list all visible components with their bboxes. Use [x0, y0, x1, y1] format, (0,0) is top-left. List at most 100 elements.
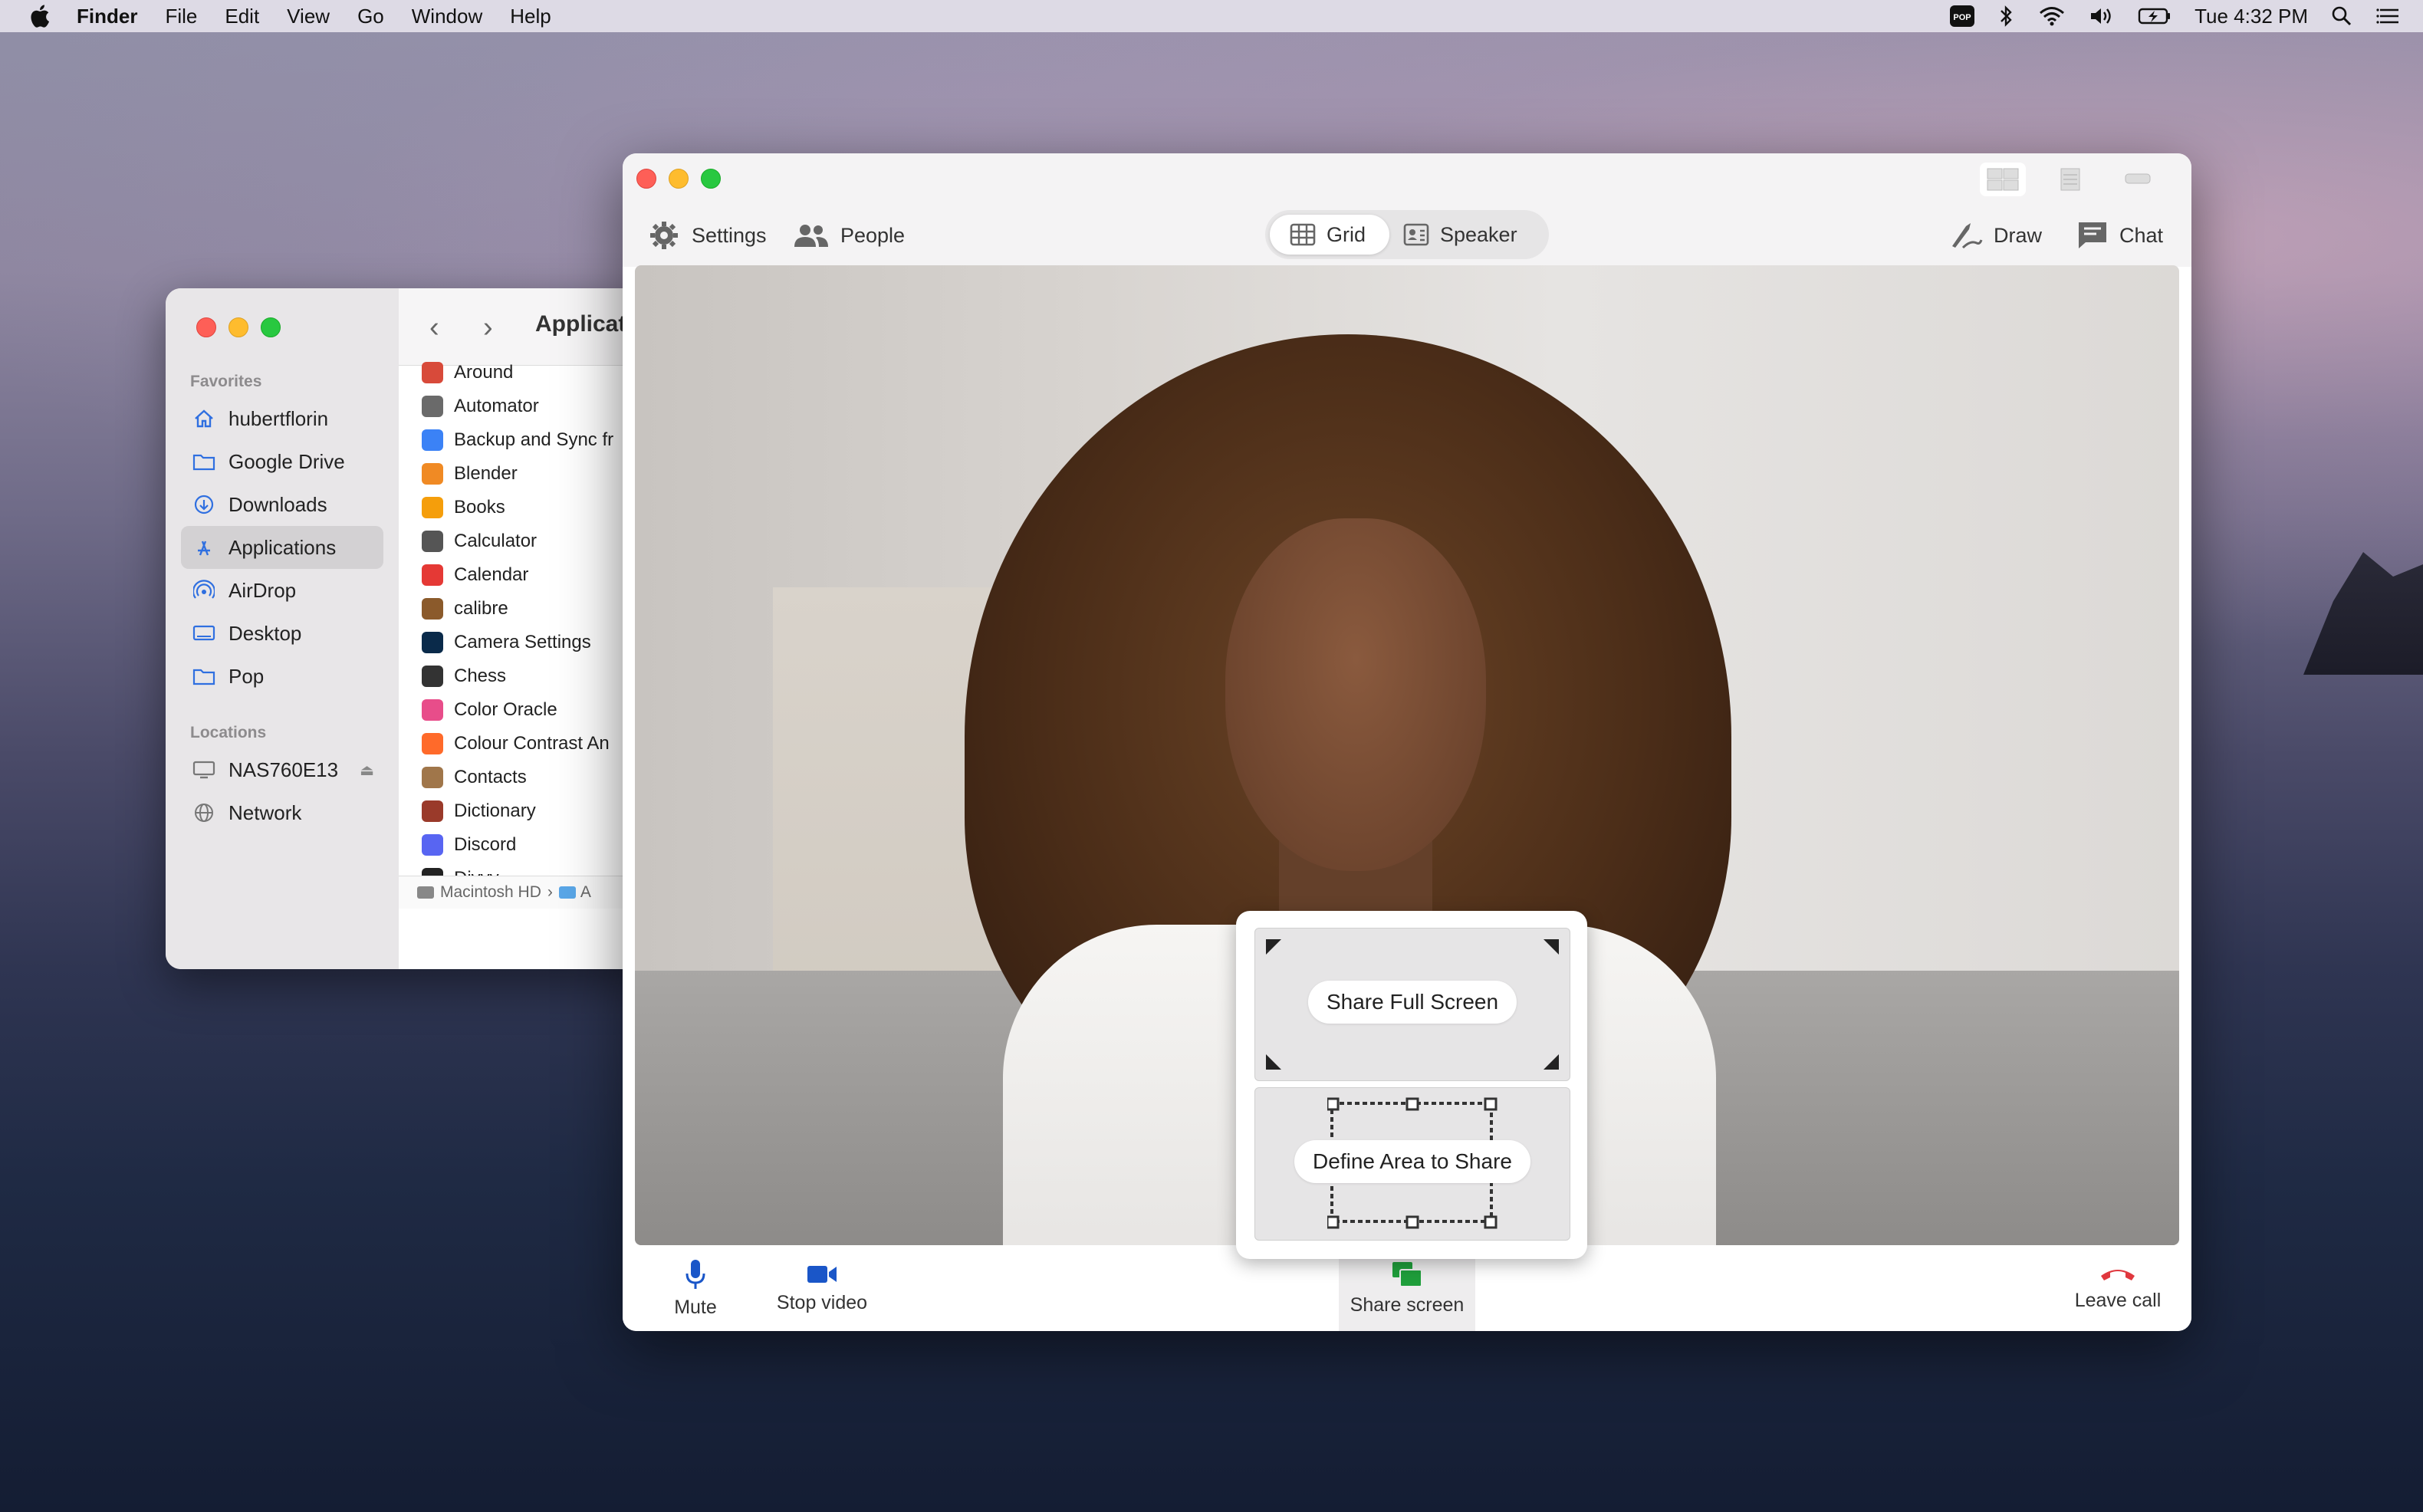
share-full-screen-option[interactable]: Share Full Screen: [1254, 928, 1570, 1081]
speaker-icon: [1403, 223, 1429, 246]
battery-icon[interactable]: [2138, 6, 2171, 26]
file-list-item[interactable]: Contacts: [422, 761, 527, 794]
menu-file[interactable]: File: [165, 5, 197, 28]
sidebar-item-network[interactable]: Network: [181, 791, 383, 834]
file-name: Calculator: [454, 531, 538, 551]
close-button[interactable]: [196, 317, 216, 337]
file-list-item[interactable]: Around: [422, 356, 513, 390]
file-list-item[interactable]: Blender: [422, 457, 518, 491]
stop-video-button[interactable]: Stop video: [761, 1245, 883, 1331]
home-icon: [192, 406, 216, 431]
file-list-item[interactable]: Camera Settings: [422, 626, 591, 659]
sidebar-item-pop[interactable]: Pop: [181, 655, 383, 698]
grid-view-button[interactable]: Grid: [1270, 215, 1389, 255]
draw-icon: [1952, 223, 1983, 249]
file-list-item[interactable]: Color Oracle: [422, 693, 557, 727]
people-icon: [794, 225, 828, 247]
control-center-icon[interactable]: [2375, 6, 2402, 26]
file-list-item[interactable]: Dictionary: [422, 794, 536, 828]
layout-mini-button[interactable]: [2115, 163, 2161, 196]
file-list-item[interactable]: Books: [422, 491, 505, 524]
file-list-item[interactable]: Automator: [422, 390, 539, 423]
draw-button[interactable]: Draw: [1949, 216, 2042, 255]
sidebar-item-downloads[interactable]: Downloads: [181, 483, 383, 526]
share-full-screen-label: Share Full Screen: [1307, 981, 1517, 1024]
grid-icon: [1290, 223, 1316, 246]
file-list-item[interactable]: Colour Contrast An: [422, 727, 610, 761]
sidebar-item-label: hubertflorin: [228, 406, 329, 430]
speaker-label: Speaker: [1440, 222, 1517, 246]
menu-help[interactable]: Help: [510, 5, 551, 28]
sidebar-item-applications[interactable]: Applications: [181, 526, 383, 569]
file-list-item[interactable]: Calendar: [422, 558, 528, 592]
eject-icon[interactable]: ⏏: [360, 761, 374, 780]
sidebar-item-label: AirDrop: [228, 578, 297, 602]
file-list-item[interactable]: Discord: [422, 828, 516, 862]
sidebar-item-label: NAS760E13: [228, 758, 339, 781]
share-screen-label: Share screen: [1350, 1293, 1465, 1316]
menu-go[interactable]: Go: [357, 5, 384, 28]
sidebar-item-label: Desktop: [228, 621, 302, 645]
menu-edit[interactable]: Edit: [225, 5, 259, 28]
file-name: Books: [454, 497, 505, 518]
pop-icon[interactable]: POP: [1949, 5, 1975, 28]
share-screen-icon: [1392, 1261, 1422, 1287]
view-mode-toggle: Grid Speaker: [1265, 210, 1549, 259]
file-name: Backup and Sync fr: [454, 429, 614, 450]
disk-icon: [417, 886, 434, 899]
wifi-icon[interactable]: [2038, 5, 2066, 27]
settings-button[interactable]: Settings: [647, 216, 767, 255]
define-area-option[interactable]: Define Area to Share: [1254, 1087, 1570, 1241]
menubar-clock[interactable]: Tue 4:32 PM: [2195, 5, 2308, 28]
file-list-item[interactable]: calibre: [422, 592, 508, 626]
people-button[interactable]: People: [793, 216, 905, 255]
spotlight-icon[interactable]: [2331, 5, 2352, 27]
file-list-item[interactable]: Calculator: [422, 524, 537, 558]
computer-icon: [192, 758, 216, 782]
menu-view[interactable]: View: [287, 5, 330, 28]
finder-window-title: Applicat: [535, 311, 626, 337]
finder-window: Favorites hubertflorin Google Drive Down…: [166, 288, 656, 969]
desktop-icon: [192, 621, 216, 646]
sidebar-item-airdrop[interactable]: AirDrop: [181, 569, 383, 612]
close-button[interactable]: [636, 169, 656, 189]
define-area-label: Define Area to Share: [1294, 1140, 1530, 1183]
settings-label: Settings: [692, 223, 767, 247]
sidebar-item-google-drive[interactable]: Google Drive: [181, 440, 383, 483]
leave-call-button[interactable]: Leave call: [2064, 1245, 2171, 1331]
mute-button[interactable]: Mute: [653, 1245, 738, 1331]
sidebar-item-nas760e13[interactable]: NAS760E13 ⏏: [181, 748, 383, 791]
gear-icon: [650, 222, 678, 249]
speaker-view-button[interactable]: Speaker: [1403, 215, 1549, 255]
path-separator: ›: [547, 883, 553, 901]
file-name: Around: [454, 362, 514, 383]
people-label: People: [840, 223, 906, 247]
layout-buttons: [1980, 163, 2161, 196]
bluetooth-icon[interactable]: [1998, 5, 2015, 28]
volume-icon[interactable]: [2089, 5, 2115, 27]
minimize-button[interactable]: [669, 169, 689, 189]
file-name: Dictionary: [454, 800, 536, 821]
app-icon: [422, 666, 443, 687]
file-list-item[interactable]: Chess: [422, 659, 506, 693]
forward-icon[interactable]: ›: [483, 311, 493, 344]
menu-app-name[interactable]: Finder: [77, 5, 137, 28]
file-list-item[interactable]: Backup and Sync fr: [422, 423, 613, 457]
zoom-button[interactable]: [261, 317, 281, 337]
path-disk[interactable]: Macintosh HD: [440, 883, 541, 902]
sidebar-item-desktop[interactable]: Desktop: [181, 612, 383, 655]
path-bar: Macintosh HD › A: [399, 876, 656, 909]
path-next[interactable]: A: [580, 883, 591, 902]
minimize-button[interactable]: [228, 317, 248, 337]
menu-window[interactable]: Window: [412, 5, 482, 28]
app-icon: [422, 632, 443, 653]
apple-menu-icon[interactable]: [28, 3, 51, 29]
zoom-button[interactable]: [701, 169, 721, 189]
layout-list-button[interactable]: [2047, 163, 2093, 196]
chat-button[interactable]: Chat: [2076, 216, 2163, 255]
downloads-icon: [192, 492, 216, 517]
microphone-icon: [685, 1259, 705, 1289]
back-icon[interactable]: ‹: [429, 311, 439, 344]
sidebar-item-hubertflorin[interactable]: hubertflorin: [181, 397, 383, 440]
layout-grid-button[interactable]: [1980, 163, 2026, 196]
